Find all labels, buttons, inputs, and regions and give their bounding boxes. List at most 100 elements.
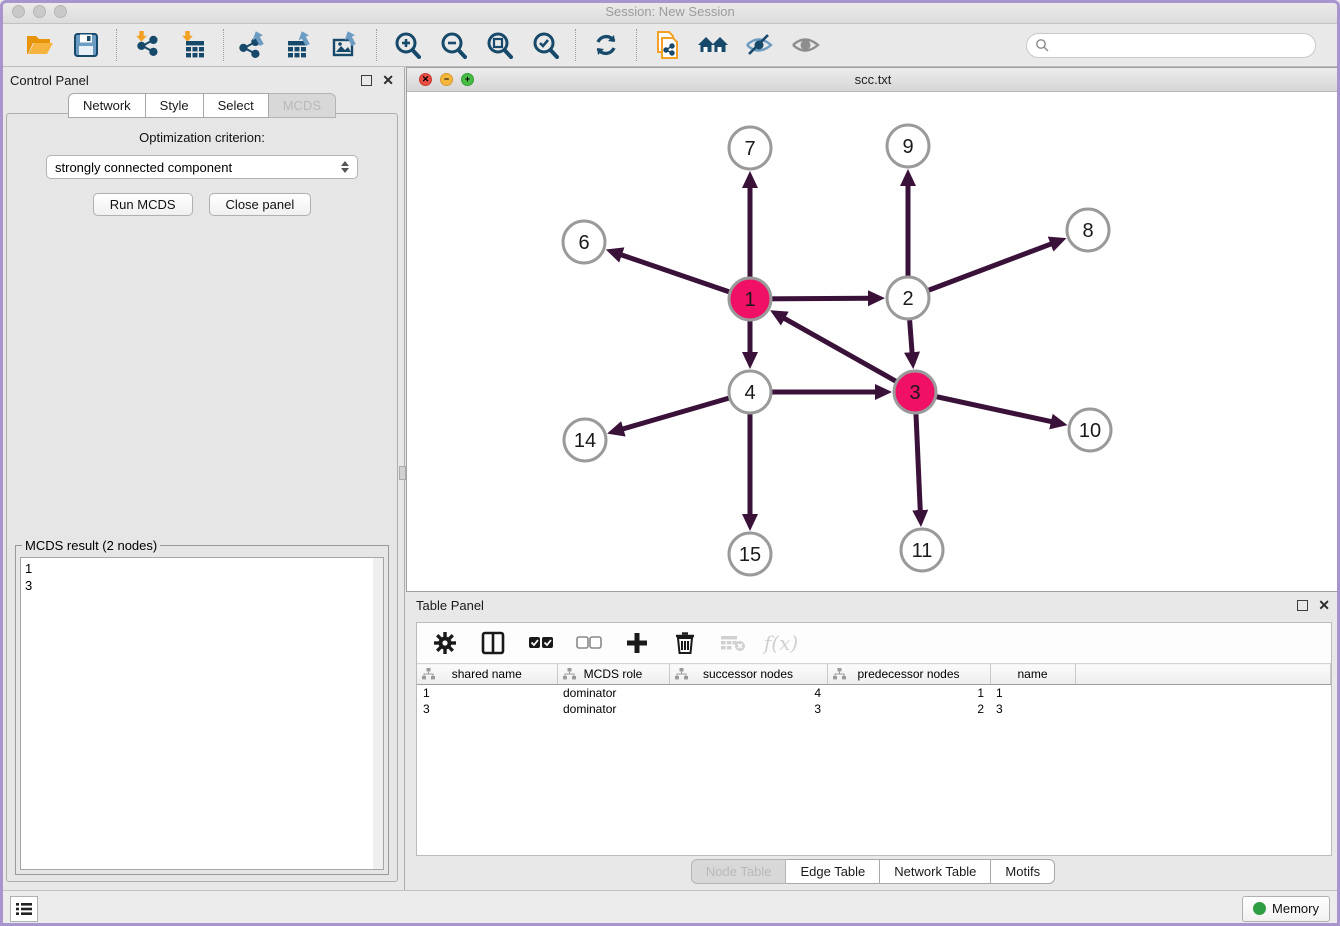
function-icon: f(x): [767, 629, 795, 657]
search-icon: [1035, 38, 1049, 52]
tab-style[interactable]: Style: [146, 93, 204, 118]
cell-successor-nodes[interactable]: 3: [669, 701, 827, 717]
import-table-icon[interactable]: [177, 29, 209, 61]
table-panel: Table Panel ✕ f(x) shared nameMCDS roles…: [406, 592, 1340, 890]
search-box[interactable]: [1026, 33, 1316, 58]
toolbar-group-4: [576, 29, 636, 61]
column-header-name[interactable]: name: [990, 664, 1075, 685]
column-label: successor nodes: [703, 667, 793, 681]
float-panel-icon[interactable]: [361, 75, 372, 86]
cell-predecessor-nodes[interactable]: 2: [827, 701, 990, 717]
toolbar-group-2: [224, 29, 376, 61]
node-15[interactable]: 15: [729, 533, 771, 575]
search-input[interactable]: [1055, 38, 1307, 52]
node-4[interactable]: 4: [729, 371, 771, 413]
zoom-selected-icon[interactable]: [529, 29, 561, 61]
deselect-all-icon[interactable]: [575, 629, 603, 657]
column-header-predecessor-nodes[interactable]: predecessor nodes: [827, 664, 990, 685]
tab-node-table[interactable]: Node Table: [691, 859, 787, 884]
column-header-successor-nodes[interactable]: successor nodes: [669, 664, 827, 685]
criterion-dropdown[interactable]: strongly connected component: [46, 155, 358, 179]
run-mcds-button[interactable]: Run MCDS: [93, 193, 193, 216]
home-icon[interactable]: [697, 29, 729, 61]
export-network-icon[interactable]: [238, 29, 270, 61]
node-3[interactable]: 3: [894, 371, 936, 413]
node-2[interactable]: 2: [887, 277, 929, 319]
refresh-layout-icon[interactable]: [590, 29, 622, 61]
cell-MCDS-role[interactable]: dominator: [557, 701, 669, 717]
tab-mcds[interactable]: MCDS: [269, 93, 336, 118]
column-label: predecessor nodes: [857, 667, 959, 681]
tab-motifs[interactable]: Motifs: [991, 859, 1055, 884]
panel-divider-handle[interactable]: [399, 466, 406, 480]
close-panel-button[interactable]: Close panel: [209, 193, 312, 216]
task-history-button[interactable]: [10, 896, 38, 922]
node-8[interactable]: 8: [1067, 209, 1109, 251]
show-eye-icon[interactable]: [789, 29, 821, 61]
node-9[interactable]: 9: [887, 125, 929, 167]
node-10[interactable]: 10: [1069, 409, 1111, 451]
hide-eye-icon[interactable]: [743, 29, 775, 61]
node-14[interactable]: 14: [564, 419, 606, 461]
cell-shared-name[interactable]: 1: [417, 685, 557, 701]
mcds-result-list[interactable]: 13: [20, 557, 384, 870]
org-icon: [833, 668, 846, 680]
cell-name[interactable]: 3: [990, 701, 1075, 717]
mcds-tab-content: Optimization criterion: strongly connect…: [6, 113, 398, 882]
column-header-shared-name[interactable]: shared name: [417, 664, 557, 685]
cell-filler: [1075, 685, 1331, 701]
cell-predecessor-nodes[interactable]: 1: [827, 685, 990, 701]
close-table-panel-icon[interactable]: ✕: [1318, 598, 1330, 612]
node-6[interactable]: 6: [563, 221, 605, 263]
open-folder-icon[interactable]: [24, 29, 56, 61]
org-icon: [422, 668, 435, 680]
tab-edge-table[interactable]: Edge Table: [786, 859, 880, 884]
memory-label: Memory: [1272, 901, 1319, 916]
tab-select[interactable]: Select: [204, 93, 269, 118]
add-icon[interactable]: [623, 629, 651, 657]
column-header-MCDS-role[interactable]: MCDS role: [557, 664, 669, 685]
zoom-in-icon[interactable]: [391, 29, 423, 61]
mcds-result-legend: MCDS result (2 nodes): [22, 538, 160, 553]
node-11[interactable]: 11: [901, 529, 943, 571]
delete-icon[interactable]: [671, 629, 699, 657]
node-1[interactable]: 1: [729, 278, 771, 320]
export-image-icon[interactable]: [330, 29, 362, 61]
edge-3-1[interactable]: [783, 318, 915, 392]
columns-icon[interactable]: [479, 629, 507, 657]
result-scrollbar[interactable]: [373, 558, 383, 869]
table-panel-header: Table Panel ✕: [406, 592, 1340, 618]
cell-shared-name[interactable]: 3: [417, 701, 557, 717]
tab-network[interactable]: Network: [68, 93, 146, 118]
dropdown-stepper-icon: [341, 161, 349, 173]
float-table-panel-icon[interactable]: [1297, 600, 1308, 611]
save-icon[interactable]: [70, 29, 102, 61]
select-all-icon[interactable]: [527, 629, 555, 657]
memory-button[interactable]: Memory: [1242, 896, 1330, 922]
table-toolbar: f(x): [417, 623, 1331, 663]
status-bar: Memory: [0, 890, 1340, 926]
svg-text:9: 9: [902, 136, 913, 158]
table-row[interactable]: 1dominator411: [417, 685, 1331, 701]
import-network-icon[interactable]: [131, 29, 163, 61]
node-7[interactable]: 7: [729, 127, 771, 169]
table-row[interactable]: 3dominator323: [417, 701, 1331, 717]
cell-name[interactable]: 1: [990, 685, 1075, 701]
cell-MCDS-role[interactable]: dominator: [557, 685, 669, 701]
gear-icon[interactable]: [431, 629, 459, 657]
zoom-out-icon[interactable]: [437, 29, 469, 61]
svg-text:3: 3: [909, 382, 920, 404]
tab-network-table[interactable]: Network Table: [880, 859, 991, 884]
zoom-fit-icon[interactable]: [483, 29, 515, 61]
optimization-criterion-label: Optimization criterion:: [7, 130, 397, 145]
export-table-icon[interactable]: [284, 29, 316, 61]
main-toolbar: [0, 24, 1340, 67]
edge-2-8[interactable]: [908, 243, 1052, 298]
cell-successor-nodes[interactable]: 4: [669, 685, 827, 701]
svg-text:8: 8: [1082, 220, 1093, 242]
node-table[interactable]: shared nameMCDS role successor nodes prede…: [417, 663, 1331, 717]
close-panel-icon[interactable]: ✕: [382, 73, 394, 87]
clone-network-icon[interactable]: [651, 29, 683, 61]
network-canvas[interactable]: 7 9 6 8 1 2 4 3 14 10 15 11: [407, 92, 1339, 591]
app-title: Session: New Session: [0, 4, 1340, 19]
